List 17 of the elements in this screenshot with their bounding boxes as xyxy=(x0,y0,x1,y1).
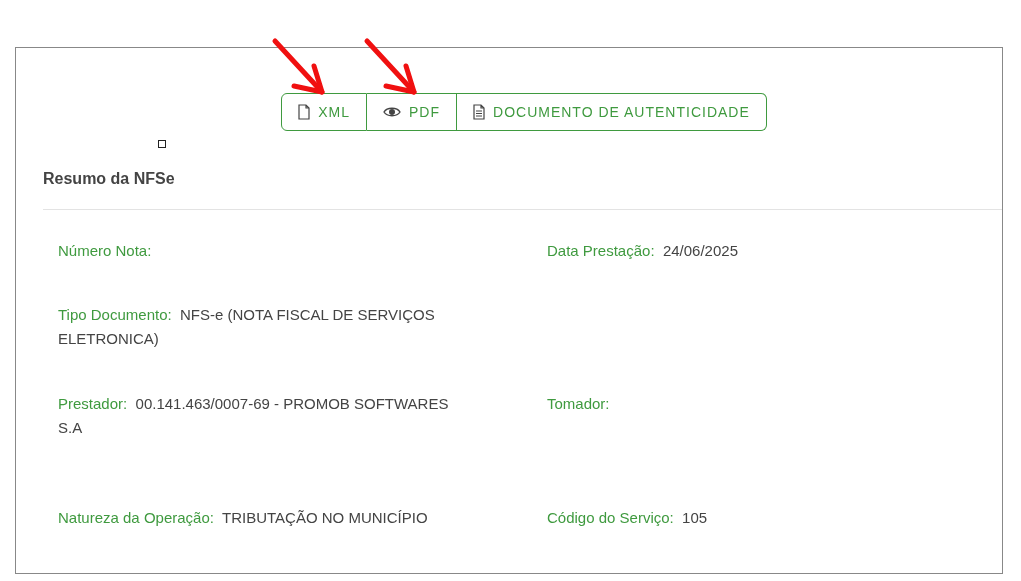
field-text: Tomador: xyxy=(547,394,610,414)
document-icon xyxy=(473,104,485,120)
download-button[interactable]: DOCUMENTO DE AUTENTICIDADE xyxy=(457,93,767,131)
field-text: Código do Serviço: 105 xyxy=(547,508,708,528)
field-text: Natureza da Operação: TRIBUTAÇÃO NO MUNICÍPIO xyxy=(58,508,429,528)
field-text: Prestador: 00.141.463/0007-69 - PROMOB SOFTWARES S.A xyxy=(58,394,450,438)
download-button[interactable]: XML xyxy=(281,93,367,131)
field-text: Número Nota: xyxy=(58,241,153,261)
field-text: Tipo Documento: NFS-e (NOTA FISCAL DE SERVIÇOS ELETRONICA) xyxy=(58,305,436,349)
arrow-icon xyxy=(362,36,420,98)
section-title: Resumo da NFSe xyxy=(43,169,176,189)
file-icon xyxy=(298,104,311,120)
download-button[interactable]: PDF xyxy=(367,93,457,131)
field-text: Data Prestação: 24/06/2025 xyxy=(547,241,738,261)
eye-icon xyxy=(383,106,401,118)
square-icon xyxy=(158,140,166,148)
arrow-icon xyxy=(270,36,328,98)
